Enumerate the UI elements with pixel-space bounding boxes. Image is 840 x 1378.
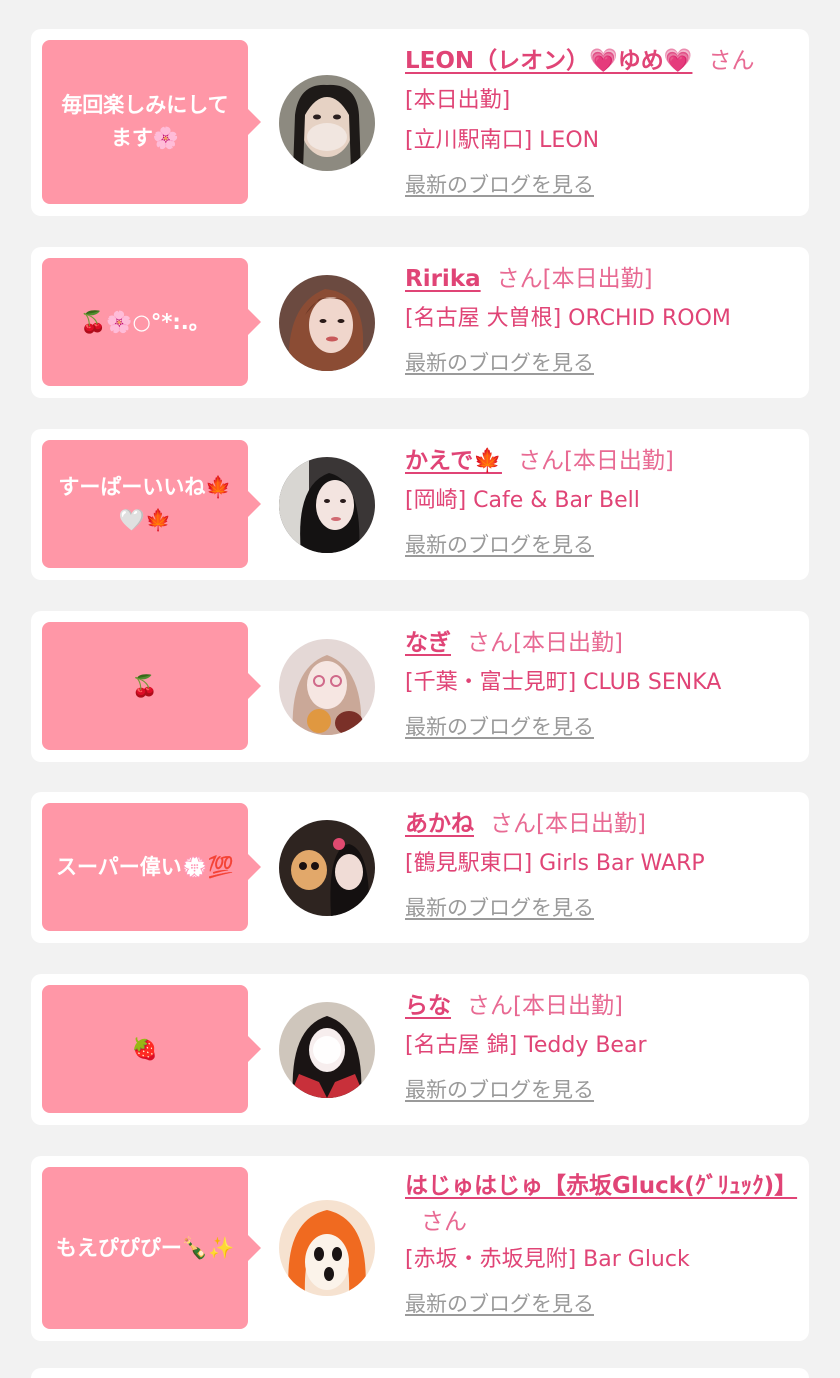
cast-name-link[interactable]: なぎ <box>405 630 451 656</box>
latest-blog-link[interactable]: 最新のブログを見る <box>405 529 594 559</box>
info: なぎ さん[本日出勤] [千葉・富士見町] CLUB SENKA 最新のブログを見… <box>405 623 797 741</box>
latest-blog-link[interactable]: 最新のブログを見る <box>405 711 594 741</box>
avatar[interactable] <box>279 75 375 171</box>
cast-name-link[interactable]: LEON（レオン）💗ゆめ💗 <box>405 48 692 74</box>
shop-name: [岡崎] Cafe & Bar Bell <box>405 488 640 513</box>
message-bubble: スーパー偉い💮💯 <box>42 803 261 931</box>
message-card-list: 毎回楽しみにしてます🌸 LEON（レオン）💗ゆめ💗 さん [本日出勤] [立川駅南… <box>0 0 840 1378</box>
work-status: [本日出勤] <box>513 993 623 1019</box>
avatar[interactable] <box>279 457 375 553</box>
work-status: [本日出勤] <box>513 630 623 656</box>
message-card: 🍒 なぎ さん[本日出勤] [千葉・富士見町] CLUB SENKA 最新のブログ… <box>31 611 809 762</box>
message-bubble: すーぱーいいね🍁🤍🍁 <box>42 440 261 568</box>
latest-blog-link[interactable]: 最新のブログを見る <box>405 1074 594 1104</box>
info: Ririka さん[本日出勤] [名古屋 大曽根] ORCHID ROOM 最新の… <box>405 259 797 377</box>
info: LEON（レオン）💗ゆめ💗 さん [本日出勤] [立川駅南口] LEON 最新のブ… <box>405 41 797 199</box>
latest-blog-link[interactable]: 最新のブログを見る <box>405 169 594 199</box>
work-status: [本日出勤] <box>542 266 653 292</box>
message-card: 毎回楽しみにしてます🌸 LEON（レオン）💗ゆめ💗 さん [本日出勤] [立川駅南… <box>31 29 809 216</box>
cast-name-link[interactable]: かえで🍁 <box>405 448 502 474</box>
avatar[interactable] <box>279 820 375 916</box>
honorific: さん <box>496 266 543 292</box>
work-status: [本日出勤] <box>536 811 646 837</box>
shop-name: [千葉・富士見町] CLUB SENKA <box>405 670 722 695</box>
name-line: らな さん[本日出勤] <box>405 986 797 1026</box>
latest-blog-link[interactable]: 最新のブログを見る <box>405 347 594 377</box>
work-status: [本日出勤] <box>405 88 511 113</box>
avatar[interactable] <box>279 1002 375 1098</box>
shop-name: [名古屋 錦] Teddy Bear <box>405 1033 647 1058</box>
honorific: さん <box>467 993 513 1019</box>
avatar[interactable] <box>279 639 375 735</box>
honorific: さん <box>708 48 755 74</box>
message-bubble: 🍓 <box>42 985 261 1113</box>
name-line: あかね さん[本日出勤] <box>405 804 797 844</box>
honorific: さん <box>421 1209 467 1235</box>
shop-name: [赤坂・赤坂見附] Bar Gluck <box>405 1247 690 1272</box>
cast-name-link[interactable]: あかね <box>405 811 474 837</box>
message-card: 🍒🌸○°*:.。 Ririka さん[本日出勤] [名古屋 大曽根] ORCHID… <box>31 247 809 398</box>
info: らな さん[本日出勤] [名古屋 錦] Teddy Bear 最新のブログを見る <box>405 986 797 1104</box>
name-line: なぎ さん[本日出勤] <box>405 623 797 663</box>
message-card: 🍓 らな さん[本日出勤] [名古屋 錦] Teddy Bear 最新のブログを見… <box>31 974 809 1125</box>
name-line: かえで🍁 さん[本日出勤] <box>405 441 797 481</box>
honorific: さん <box>490 811 536 837</box>
message-bubble: 毎回楽しみにしてます🌸 <box>42 40 261 204</box>
cast-name-link[interactable]: らな <box>405 993 451 1019</box>
honorific: さん <box>467 630 513 656</box>
name-line: はじゅはじゅ【赤坂Gluck(ｸﾞﾘｭｯｸ)】さん <box>405 1168 797 1240</box>
message-bubble: 🍒 <box>42 622 261 750</box>
name-line: LEON（レオン）💗ゆめ💗 さん <box>405 41 797 81</box>
message-bubble: 🍒🌸○°*:.。 <box>42 258 261 386</box>
shop-name: [立川駅南口] LEON <box>405 128 600 153</box>
message-card: すーぱーいいね🍁🤍🍁 かえで🍁 さん[本日出勤] [岡崎] Cafe & Bar … <box>31 429 809 580</box>
shop-name: [鶴見駅東口] Girls Bar WARP <box>405 851 705 876</box>
message-bubble: もえぴぴぴー🍾✨ <box>42 1167 261 1329</box>
name-line: Ririka さん[本日出勤] <box>405 259 797 299</box>
latest-blog-link[interactable]: 最新のブログを見る <box>405 892 594 922</box>
cast-name-link[interactable]: はじゅはじゅ【赤坂Gluck(ｸﾞﾘｭｯｸ)】 <box>405 1173 797 1199</box>
message-card: もえぴぴぴー🍾✨ はじゅはじゅ【赤坂Gluck(ｸﾞﾘｭｯｸ)】さん [赤坂・赤… <box>31 1156 809 1341</box>
info: あかね さん[本日出勤] [鶴見駅東口] Girls Bar WARP 最新のブロ… <box>405 804 797 922</box>
message-card: スーパー偉い💮💯 あかね さん[本日出勤] [鶴見駅東口] Girls Bar W… <box>31 792 809 943</box>
next-card-edge <box>31 1368 809 1378</box>
latest-blog-link[interactable]: 最新のブログを見る <box>405 1288 594 1318</box>
avatar[interactable] <box>279 1200 375 1296</box>
avatar[interactable] <box>279 275 375 371</box>
cast-name-link[interactable]: Ririka <box>405 266 481 292</box>
info: かえで🍁 さん[本日出勤] [岡崎] Cafe & Bar Bell 最新のブログ… <box>405 441 797 559</box>
honorific: さん <box>517 448 564 474</box>
info: はじゅはじゅ【赤坂Gluck(ｸﾞﾘｭｯｸ)】さん [赤坂・赤坂見附] Bar … <box>405 1168 797 1318</box>
shop-name: [名古屋 大曽根] ORCHID ROOM <box>405 306 731 331</box>
work-status: [本日出勤] <box>563 448 674 474</box>
